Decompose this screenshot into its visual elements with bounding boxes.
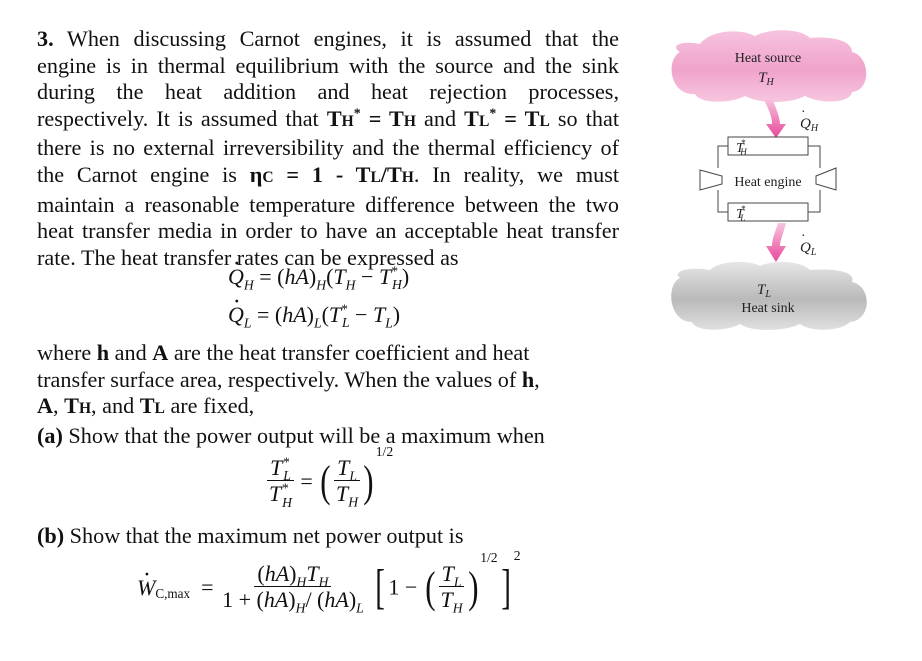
heat-source-label: Heat source [735, 51, 801, 66]
intro-line-4: respectively. It is assumed that TH* = T… [37, 105, 619, 131]
part-b-prompt: (b) Show that the maximum net power outp… [37, 523, 464, 548]
problem-number: 3. [37, 26, 54, 51]
part-b-paragraph: (b) Show that the maximum net power outp… [37, 523, 597, 550]
qh-dot: · [801, 105, 806, 120]
equation-part-b: WC,max = (hA)HTH 1 + (hA)H/ (hA)L [1 − (… [137, 549, 521, 616]
heat-source-cloud [671, 30, 867, 102]
power-fraction: (hA)HTH 1 + (hA)H/ (hA)L [222, 561, 364, 616]
intro-line-1: 3. When discussing Carnot engines, it is… [37, 26, 619, 51]
equation-qh: QH = (hA)H(TH − T*H) [228, 264, 409, 292]
where-line-1: where h and A are the heat transfer coef… [37, 340, 530, 365]
equation-ql: QL = (hA)L(T*L − TL) [228, 302, 400, 330]
carnot-efficiency: ηC = 1 - TL/TH [249, 161, 414, 187]
intro-line-8: heat transfer media in order to have an … [37, 218, 619, 244]
left-device-icon [699, 169, 723, 191]
ratio-star: T*L T*H [267, 454, 294, 510]
intro-line-6: the Carnot engine is ηC = 1 - TL/TH. In … [37, 161, 620, 187]
tl-star-label: T* L [736, 204, 746, 223]
equation-part-a: T*L T*H = ( TL TH )1/2 [266, 445, 393, 510]
heat-engine-label: Heat engine [734, 175, 801, 190]
part-a-prompt: (a) Show that the power output will be a… [37, 422, 545, 448]
intro-line-2: engine is in thermal equilibrium with th… [37, 52, 619, 78]
where-line-3: A, TH, and TL are fixed, [37, 393, 255, 419]
ql-label: QL [800, 240, 817, 258]
where-paragraph: where h and A are the heat transfer coef… [37, 340, 597, 449]
heat-sink-label: Heat sink [741, 301, 794, 316]
where-line-2: transfer surface area, respectively. Whe… [37, 366, 540, 392]
problem-statement: 3. When discussing Carnot engines, it is… [37, 26, 619, 271]
qh-arrow [764, 98, 786, 138]
intro-line-7: maintain a reasonable temperature differ… [37, 191, 619, 217]
ratio-plain: TL TH [334, 455, 360, 510]
right-device-icon [815, 167, 837, 191]
intro-line-3: during the heat addition and heat reject… [37, 79, 619, 105]
ql-arrow [766, 223, 786, 262]
intro-line-5: there is no external irreversibility and… [37, 135, 619, 161]
carnot-engine-diagram: Heat source TH QH · T* H Heat engine T* L … [671, 30, 867, 330]
